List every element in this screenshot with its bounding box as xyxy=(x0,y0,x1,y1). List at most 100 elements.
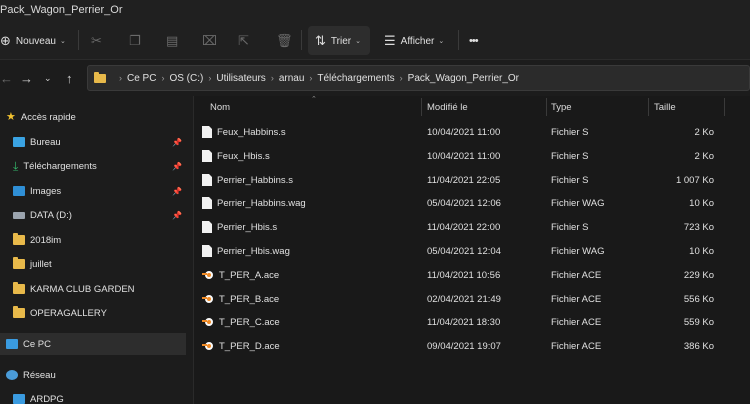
address-bar[interactable]: › Ce PC › OS (C:) › Utilisateurs › arnau… xyxy=(87,65,750,91)
file-modified-cell[interactable]: 05/04/2021 12:06 xyxy=(427,191,542,215)
file-modified-cell[interactable]: 10/04/2021 11:00 xyxy=(427,144,542,168)
file-size-cell[interactable]: 386 Ko xyxy=(654,334,714,358)
file-type-cell[interactable]: Fichier S xyxy=(551,168,646,192)
breadcrumb-item[interactable]: Ce PC xyxy=(127,73,156,84)
cut-button[interactable]: ✂ xyxy=(91,22,107,60)
sidebar-item-downloads[interactable]: ⤓ Téléchargements 📌 xyxy=(0,155,186,177)
file-modified-cell[interactable]: 11/04/2021 22:00 xyxy=(427,215,542,239)
sidebar-item-data-drive[interactable]: DATA (D:) 📌 xyxy=(0,204,186,226)
sidebar-item-folder[interactable]: 2018im xyxy=(0,229,186,251)
breadcrumb-item[interactable]: OS (C:) xyxy=(169,73,203,84)
file-modified-cell[interactable]: 05/04/2021 12:04 xyxy=(427,239,542,263)
file-size-cell[interactable]: 2 Ko xyxy=(654,144,714,168)
forward-button[interactable]: → xyxy=(20,60,33,96)
file-modified-cell[interactable]: 11/04/2021 22:05 xyxy=(427,168,542,192)
file-modified-cell[interactable]: 11/04/2021 18:30 xyxy=(427,310,542,334)
file-name-cell[interactable]: Perrier_Hbis.s xyxy=(202,215,417,239)
file-size-cell[interactable]: 556 Ko xyxy=(654,287,714,311)
chevron-down-icon: ⌄ xyxy=(355,38,361,45)
file-size-cell[interactable]: 559 Ko xyxy=(654,310,714,334)
file-type-cell[interactable]: Fichier S xyxy=(551,120,646,144)
file-size-cell-text: 10 Ko xyxy=(689,197,714,209)
file-name-cell[interactable]: T_PER_B.ace xyxy=(202,287,417,311)
navigation-pane-scrollbar[interactable] xyxy=(186,96,194,404)
file-type-cell[interactable]: Fichier WAG xyxy=(551,191,646,215)
file-size-cell[interactable]: 10 Ko xyxy=(654,239,714,263)
column-header-type[interactable]: Type xyxy=(551,96,572,118)
sidebar-item-label: Téléchargements xyxy=(23,160,97,172)
file-type-cell-text: Fichier ACE xyxy=(551,316,602,328)
file-modified-cell[interactable]: 09/04/2021 19:07 xyxy=(427,334,542,358)
network-icon xyxy=(6,370,18,380)
sidebar-item-network-device[interactable]: ARDPG xyxy=(0,388,186,404)
file-modified-cell[interactable]: 10/04/2021 11:00 xyxy=(427,120,542,144)
sidebar-item-images[interactable]: Images 📌 xyxy=(0,180,186,202)
breadcrumb-item[interactable]: Téléchargements xyxy=(317,73,394,84)
column-divider[interactable] xyxy=(546,98,547,116)
blender-icon xyxy=(202,316,214,328)
file-size-cell[interactable]: 10 Ko xyxy=(654,191,714,215)
file-type-cell[interactable]: Fichier ACE xyxy=(551,334,646,358)
column-divider[interactable] xyxy=(648,98,649,116)
file-name-cell[interactable]: Perrier_Habbins.wag xyxy=(202,191,417,215)
column-header-modified[interactable]: Modifié le xyxy=(427,96,468,118)
breadcrumb-item[interactable]: Pack_Wagon_Perrier_Or xyxy=(408,73,519,84)
more-options-button[interactable]: ••• xyxy=(469,22,479,60)
sort-button[interactable]: ⇅ Trier ⌄ xyxy=(315,22,361,60)
file-modified-cell[interactable]: 11/04/2021 10:56 xyxy=(427,263,542,287)
column-divider[interactable] xyxy=(421,98,422,116)
window-title: Pack_Wagon_Perrier_Or xyxy=(0,4,123,16)
column-header-size[interactable]: Taille xyxy=(654,96,676,118)
file-size-cell[interactable]: 229 Ko xyxy=(654,263,714,287)
column-header-name[interactable]: Nom xyxy=(210,96,230,118)
column-divider[interactable] xyxy=(724,98,725,116)
file-name-cell[interactable]: Feux_Habbins.s xyxy=(202,120,417,144)
file-name-cell[interactable]: T_PER_C.ace xyxy=(202,310,417,334)
sidebar-item-network[interactable]: Réseau xyxy=(0,364,186,386)
sidebar-item-this-pc[interactable]: Ce PC xyxy=(0,333,186,355)
file-name-cell[interactable]: Perrier_Habbins.s xyxy=(202,168,417,192)
file-size-cell[interactable]: 2 Ko xyxy=(654,120,714,144)
file-type-cell[interactable]: Fichier S xyxy=(551,215,646,239)
file-name-cell-text: Feux_Habbins.s xyxy=(217,126,286,138)
file-name-cell-text: Perrier_Hbis.s xyxy=(217,221,278,233)
view-list-icon: ☰ xyxy=(384,33,396,48)
sidebar-item-folder[interactable]: OPERAGALLERY xyxy=(0,302,186,324)
folder-icon xyxy=(13,233,25,245)
file-type-cell[interactable]: Fichier ACE xyxy=(551,287,646,311)
file-modified-cell-text: 02/04/2021 21:49 xyxy=(427,293,501,305)
file-name-cell[interactable]: T_PER_A.ace xyxy=(202,263,417,287)
file-type-cell-text: Fichier WAG xyxy=(551,197,605,209)
chevron-down-icon: ⌄ xyxy=(44,72,52,83)
file-size-cell[interactable]: 723 Ko xyxy=(654,215,714,239)
up-button[interactable]: ↑ xyxy=(66,60,73,96)
file-type-cell[interactable]: Fichier ACE xyxy=(551,310,646,334)
file-name-cell[interactable]: Perrier_Hbis.wag xyxy=(202,239,417,263)
new-button[interactable]: ⊕ Nouveau ⌄ xyxy=(0,22,66,60)
file-type-cell[interactable]: Fichier WAG xyxy=(551,239,646,263)
recent-locations-button[interactable]: ⌄ xyxy=(44,60,52,96)
file-name-cell[interactable]: T_PER_D.ace xyxy=(202,334,417,358)
toolbar-separator xyxy=(301,30,302,50)
breadcrumb-item[interactable]: Utilisateurs xyxy=(216,73,265,84)
copy-button[interactable]: ❐ xyxy=(129,22,146,60)
sidebar-item-quick-access[interactable]: ★ Accès rapide xyxy=(0,106,186,128)
sidebar-item-folder[interactable]: juillet xyxy=(0,253,186,275)
breadcrumb-separator: › xyxy=(309,73,313,83)
rename-button[interactable]: ⌧ xyxy=(202,22,222,60)
back-button[interactable]: ← xyxy=(0,60,13,96)
file-modified-cell[interactable]: 02/04/2021 21:49 xyxy=(427,287,542,311)
file-size-cell-text: 1 007 Ko xyxy=(675,174,714,186)
file-name-cell[interactable]: Feux_Hbis.s xyxy=(202,144,417,168)
sidebar-item-folder[interactable]: KARMA CLUB GARDEN xyxy=(0,278,186,300)
share-button[interactable]: ⇱ xyxy=(238,22,254,60)
file-type-cell[interactable]: Fichier ACE xyxy=(551,263,646,287)
file-type-cell[interactable]: Fichier S xyxy=(551,144,646,168)
file-size-cell[interactable]: 1 007 Ko xyxy=(654,168,714,192)
view-button[interactable]: ☰ Afficher ⌄ xyxy=(384,22,444,60)
delete-button[interactable]: 🗑 xyxy=(276,22,298,60)
sidebar-item-desktop[interactable]: Bureau 📌 xyxy=(0,131,186,153)
breadcrumb-item[interactable]: arnau xyxy=(279,73,305,84)
paste-button[interactable]: ▤ xyxy=(166,22,183,60)
chevron-down-icon: ⌄ xyxy=(438,38,445,45)
